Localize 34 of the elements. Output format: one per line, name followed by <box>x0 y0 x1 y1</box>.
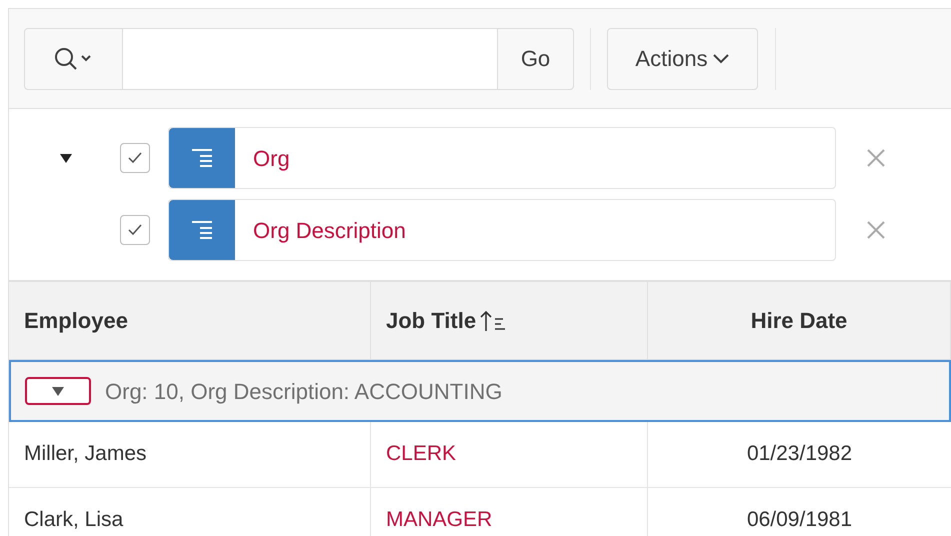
sort-ascending-icon <box>480 310 506 332</box>
checkbox[interactable] <box>120 143 150 173</box>
align-right-icon <box>190 148 214 168</box>
column-header[interactable]: Hire Date <box>750 304 848 337</box>
search-menu-button[interactable] <box>24 28 123 90</box>
close-icon <box>866 148 886 168</box>
go-button[interactable]: Go <box>497 28 574 90</box>
group-toggle[interactable] <box>25 377 91 405</box>
triangle-icon <box>52 386 64 396</box>
close-icon <box>866 220 886 240</box>
column-name: Org Description <box>253 216 406 245</box>
table-cell: CLERK <box>386 441 456 467</box>
search-icon <box>54 46 94 70</box>
break-column-field[interactable]: Org Description <box>168 199 836 261</box>
table-cell: Miller, James <box>24 441 147 467</box>
column-header[interactable]: Employee <box>24 304 128 337</box>
search-field[interactable] <box>123 28 497 90</box>
group-label: Org: 10, Org Description: ACCOUNTING <box>105 378 502 406</box>
chevron-down-icon <box>712 52 730 64</box>
sort-order-button[interactable] <box>169 128 235 188</box>
column-header[interactable]: Job Title <box>386 304 476 337</box>
align-right-icon <box>190 220 214 240</box>
break-column-field[interactable]: Org <box>168 127 836 189</box>
table-cell: 01/23/1982 <box>746 441 852 467</box>
check-icon <box>128 224 142 236</box>
check-icon <box>128 152 142 164</box>
table-cell: MANAGER <box>386 507 492 533</box>
column-name: Org <box>253 144 290 173</box>
table-cell: 06/09/1981 <box>746 507 852 533</box>
checkbox[interactable] <box>120 215 150 245</box>
table-cell: Clark, Lisa <box>24 507 124 533</box>
triangle-icon <box>60 153 72 163</box>
sort-order-button[interactable] <box>169 200 235 260</box>
actions-button[interactable]: Actions <box>607 28 758 90</box>
